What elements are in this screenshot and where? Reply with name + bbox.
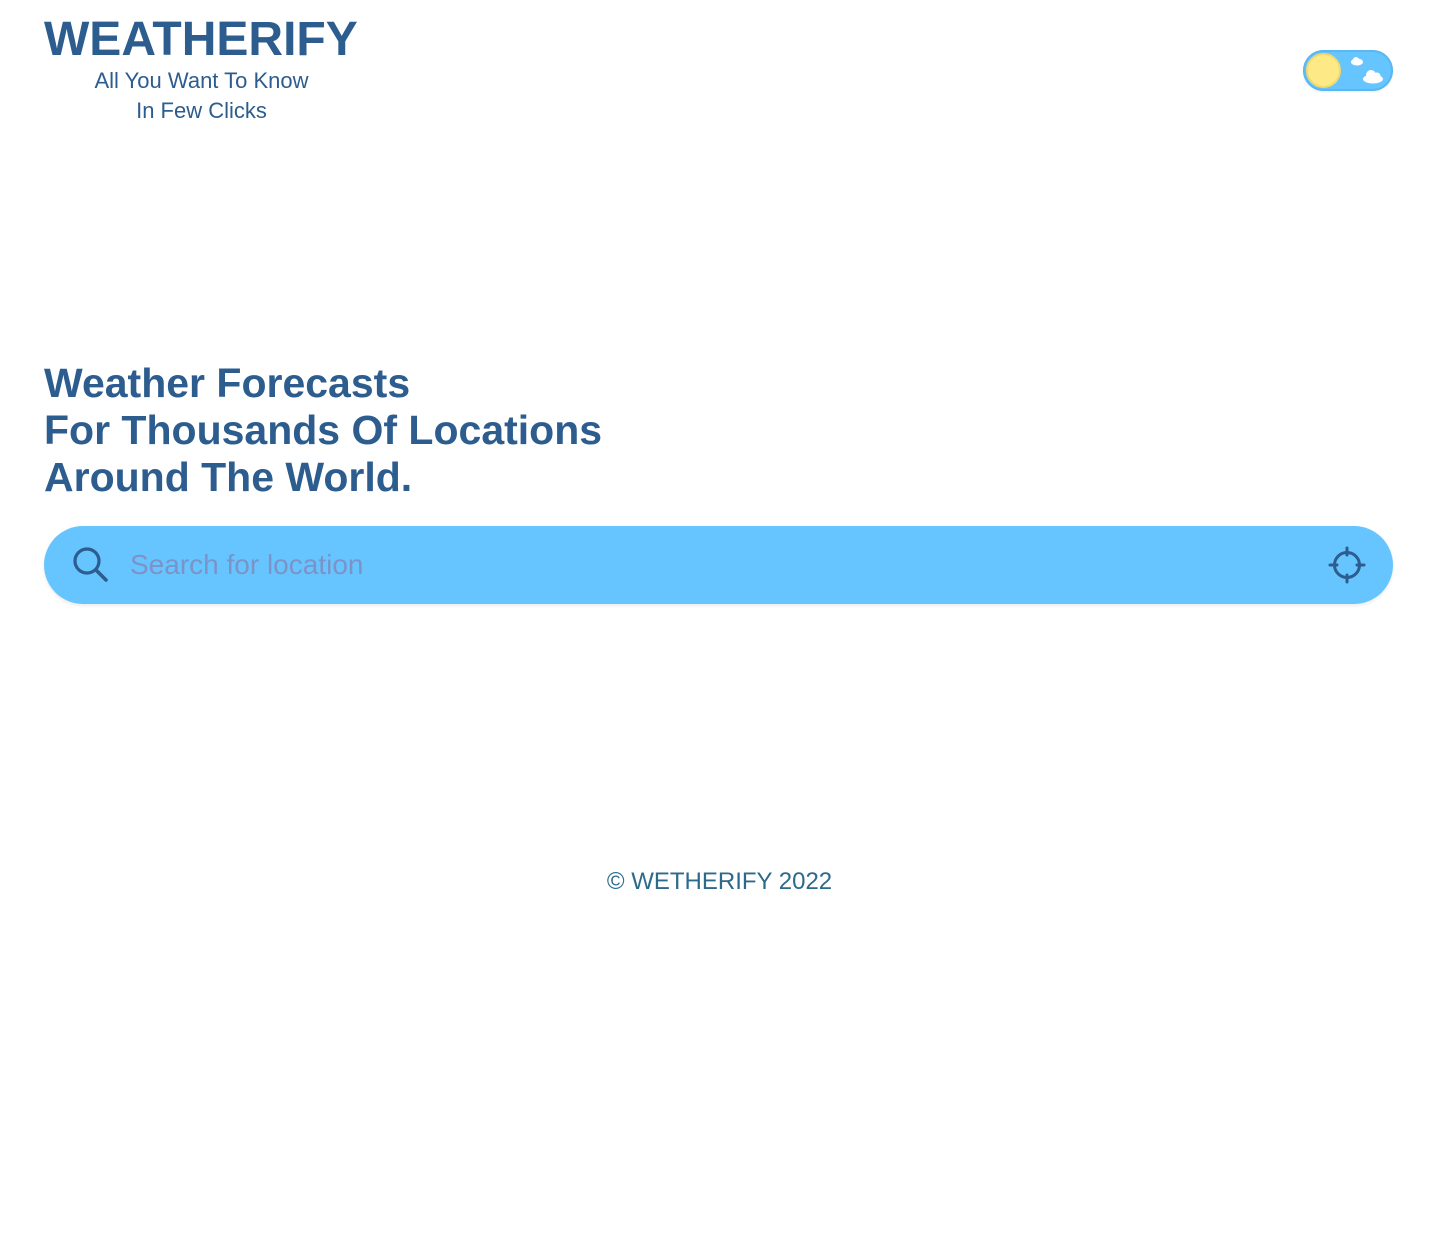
search-input[interactable] <box>130 540 1280 590</box>
search-icon[interactable] <box>72 546 110 584</box>
page: WEATHERIFY All You Want To Know In Few C… <box>0 0 1439 1241</box>
crosshair-icon[interactable] <box>1328 546 1366 584</box>
tagline-line-1: All You Want To Know <box>94 68 309 93</box>
cloud-icon <box>1351 57 1363 66</box>
hero-line-3: Around The World. <box>44 454 413 500</box>
copyright-text: © WETHERIFY 2022 <box>606 868 833 895</box>
hero-headline: Weather Forecasts For Thousands Of Locat… <box>44 360 602 501</box>
hero-line-2: For Thousands Of Locations <box>44 407 603 453</box>
search-bar <box>44 526 1393 604</box>
sun-icon <box>1306 53 1341 88</box>
theme-toggle[interactable] <box>1303 50 1393 91</box>
hero-line-1: Weather Forecasts <box>44 360 411 406</box>
brand-logo[interactable]: WEATHERIFY <box>44 14 359 66</box>
tagline-line-2: In Few Clicks <box>136 98 267 123</box>
footer: © WETHERIFY 2022 <box>0 866 1439 898</box>
cloud-icon <box>1363 70 1383 84</box>
app-header: WEATHERIFY All You Want To Know In Few C… <box>44 14 359 126</box>
